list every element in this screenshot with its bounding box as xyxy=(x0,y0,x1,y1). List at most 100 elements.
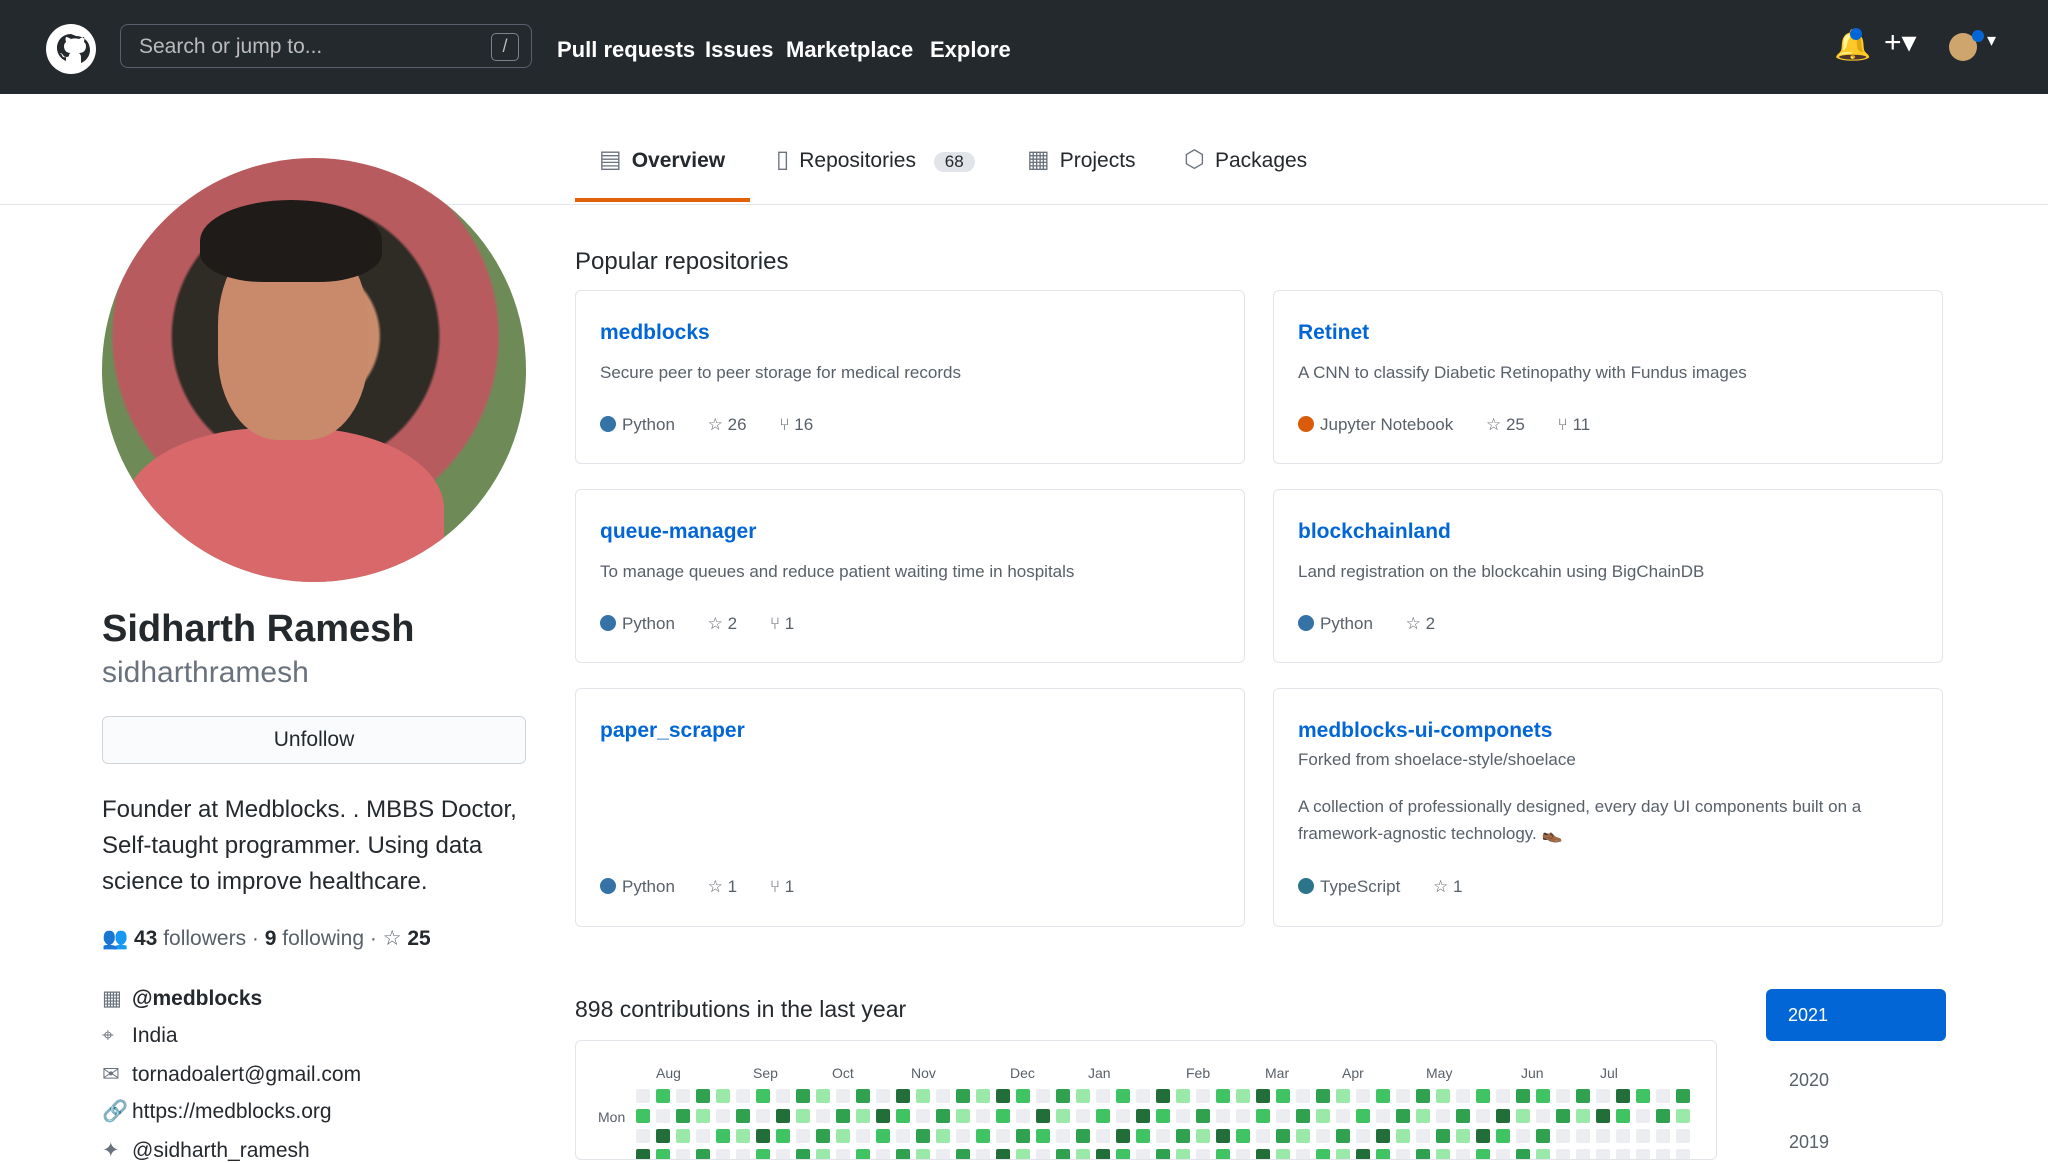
contribution-day-cell[interactable] xyxy=(1416,1129,1430,1143)
contribution-day-cell[interactable] xyxy=(1236,1089,1250,1103)
contribution-day-cell[interactable] xyxy=(736,1089,750,1103)
contribution-day-cell[interactable] xyxy=(1316,1129,1330,1143)
contribution-day-cell[interactable] xyxy=(1316,1109,1330,1123)
contribution-day-cell[interactable] xyxy=(1336,1089,1350,1103)
contribution-day-cell[interactable] xyxy=(1156,1129,1170,1143)
contribution-day-cell[interactable] xyxy=(1476,1149,1490,1159)
contribution-day-cell[interactable] xyxy=(916,1109,930,1123)
contribution-day-cell[interactable] xyxy=(816,1109,830,1123)
profile-photo[interactable] xyxy=(102,158,526,582)
organization[interactable]: ▦ @medblocks xyxy=(102,986,262,1011)
contribution-day-cell[interactable] xyxy=(1596,1089,1610,1103)
contribution-day-cell[interactable] xyxy=(976,1149,990,1159)
contribution-day-cell[interactable] xyxy=(1196,1149,1210,1159)
contribution-day-cell[interactable] xyxy=(1136,1149,1150,1159)
contribution-day-cell[interactable] xyxy=(1136,1109,1150,1123)
contribution-day-cell[interactable] xyxy=(1576,1089,1590,1103)
contribution-day-cell[interactable] xyxy=(1556,1129,1570,1143)
contribution-day-cell[interactable] xyxy=(1596,1129,1610,1143)
contribution-day-cell[interactable] xyxy=(1356,1089,1370,1103)
contribution-day-cell[interactable] xyxy=(1476,1109,1490,1123)
contribution-day-cell[interactable] xyxy=(1096,1109,1110,1123)
contribution-day-cell[interactable] xyxy=(1096,1129,1110,1143)
contribution-day-cell[interactable] xyxy=(636,1089,650,1103)
contribution-day-cell[interactable] xyxy=(1076,1089,1090,1103)
contribution-day-cell[interactable] xyxy=(1676,1129,1690,1143)
contribution-day-cell[interactable] xyxy=(1136,1129,1150,1143)
contribution-day-cell[interactable] xyxy=(936,1129,950,1143)
followers-count[interactable]: 43 xyxy=(134,927,157,950)
contribution-day-cell[interactable] xyxy=(1156,1109,1170,1123)
contribution-day-cell[interactable] xyxy=(1496,1109,1510,1123)
contribution-day-cell[interactable] xyxy=(876,1149,890,1159)
contribution-day-cell[interactable] xyxy=(1296,1109,1310,1123)
contribution-day-cell[interactable] xyxy=(1356,1109,1370,1123)
contribution-day-cell[interactable] xyxy=(636,1129,650,1143)
contribution-day-cell[interactable] xyxy=(856,1109,870,1123)
contribution-day-cell[interactable] xyxy=(1196,1129,1210,1143)
contribution-day-cell[interactable] xyxy=(1316,1089,1330,1103)
contribution-day-cell[interactable] xyxy=(1496,1129,1510,1143)
contribution-day-cell[interactable] xyxy=(916,1089,930,1103)
contribution-day-cell[interactable] xyxy=(756,1149,770,1159)
contribution-day-cell[interactable] xyxy=(1656,1129,1670,1143)
contribution-day-cell[interactable] xyxy=(1036,1149,1050,1159)
contribution-day-cell[interactable] xyxy=(916,1149,930,1159)
contribution-day-cell[interactable] xyxy=(836,1109,850,1123)
contribution-day-cell[interactable] xyxy=(1156,1089,1170,1103)
plus-icon[interactable]: +▾ xyxy=(1884,25,1917,60)
contribution-day-cell[interactable] xyxy=(1516,1129,1530,1143)
contribution-day-cell[interactable] xyxy=(816,1129,830,1143)
contribution-day-cell[interactable] xyxy=(856,1129,870,1143)
contribution-day-cell[interactable] xyxy=(796,1109,810,1123)
repo-name[interactable]: paper_scraper xyxy=(600,719,745,743)
repo-card-medblocks[interactable]: medblocks Secure peer to peer storage fo… xyxy=(575,290,1245,464)
contribution-day-cell[interactable] xyxy=(636,1149,650,1159)
contribution-day-cell[interactable] xyxy=(1416,1109,1430,1123)
nav-pull-requests[interactable]: Pull requests xyxy=(557,37,695,63)
tab-repositories[interactable]: ▯ Repositories 68 xyxy=(776,145,975,205)
contribution-day-cell[interactable] xyxy=(1596,1109,1610,1123)
contribution-day-cell[interactable] xyxy=(1056,1149,1070,1159)
contribution-day-cell[interactable] xyxy=(736,1129,750,1143)
repo-card-retinet[interactable]: Retinet A CNN to classify Diabetic Retin… xyxy=(1273,290,1943,464)
contribution-day-cell[interactable] xyxy=(756,1089,770,1103)
contribution-day-cell[interactable] xyxy=(1596,1149,1610,1159)
github-logo-icon[interactable] xyxy=(46,24,96,74)
repo-name[interactable]: blockchainland xyxy=(1298,520,1451,544)
contribution-day-cell[interactable] xyxy=(1336,1149,1350,1159)
contribution-day-cell[interactable] xyxy=(1376,1089,1390,1103)
contribution-day-cell[interactable] xyxy=(1036,1089,1050,1103)
contribution-day-cell[interactable] xyxy=(656,1129,670,1143)
contribution-day-cell[interactable] xyxy=(1516,1149,1530,1159)
contribution-day-cell[interactable] xyxy=(716,1149,730,1159)
contribution-day-cell[interactable] xyxy=(1276,1089,1290,1103)
contribution-day-cell[interactable] xyxy=(1156,1149,1170,1159)
contribution-day-cell[interactable] xyxy=(696,1089,710,1103)
contribution-day-cell[interactable] xyxy=(896,1109,910,1123)
contribution-day-cell[interactable] xyxy=(1076,1129,1090,1143)
contribution-day-cell[interactable] xyxy=(1476,1089,1490,1103)
contribution-day-cell[interactable] xyxy=(1556,1089,1570,1103)
contribution-day-cell[interactable] xyxy=(776,1149,790,1159)
contribution-day-cell[interactable] xyxy=(996,1109,1010,1123)
contribution-day-cell[interactable] xyxy=(1256,1109,1270,1123)
contribution-day-cell[interactable] xyxy=(1636,1129,1650,1143)
contribution-day-cell[interactable] xyxy=(1236,1129,1250,1143)
contribution-day-cell[interactable] xyxy=(1536,1109,1550,1123)
contribution-day-cell[interactable] xyxy=(1436,1089,1450,1103)
contribution-day-cell[interactable] xyxy=(1616,1089,1630,1103)
contribution-day-cell[interactable] xyxy=(1276,1109,1290,1123)
email[interactable]: ✉ tornadoalert@gmail.com xyxy=(102,1062,361,1087)
contribution-day-cell[interactable] xyxy=(1276,1129,1290,1143)
contribution-day-cell[interactable] xyxy=(1636,1149,1650,1159)
contribution-day-cell[interactable] xyxy=(956,1129,970,1143)
chevron-down-icon[interactable]: ▾ xyxy=(1987,30,1996,51)
tab-packages[interactable]: ⬡ Packages xyxy=(1184,145,1307,205)
contribution-day-cell[interactable] xyxy=(836,1129,850,1143)
contribution-day-cell[interactable] xyxy=(716,1109,730,1123)
contribution-day-cell[interactable] xyxy=(856,1149,870,1159)
repo-card-blockchainland[interactable]: blockchainland Land registration on the … xyxy=(1273,489,1943,663)
contribution-day-cell[interactable] xyxy=(656,1109,670,1123)
contribution-day-cell[interactable] xyxy=(1176,1149,1190,1159)
